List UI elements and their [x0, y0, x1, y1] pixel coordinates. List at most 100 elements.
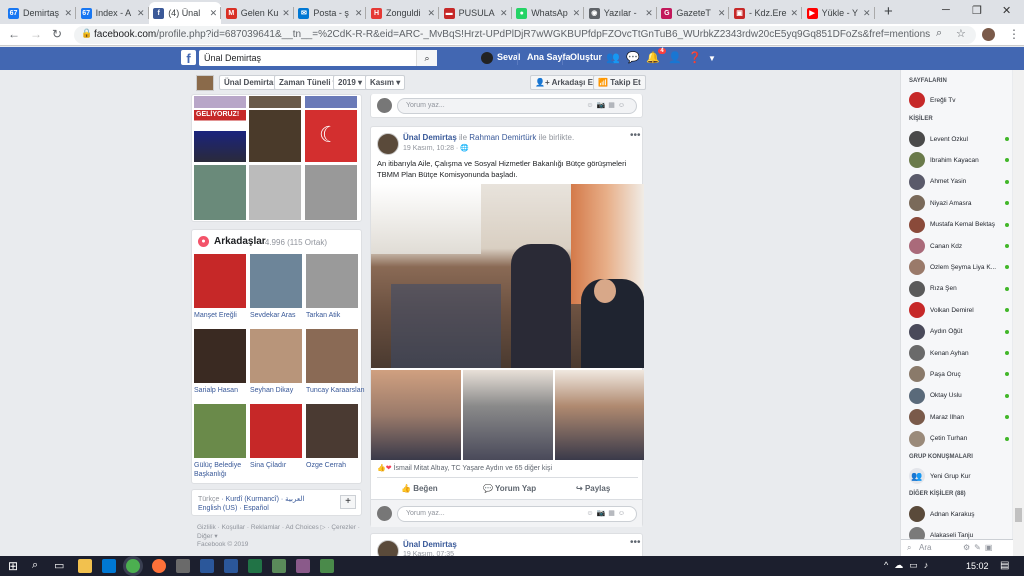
browser-tab[interactable]: ● WhatsAp ✕ — [512, 2, 585, 24]
address-bar[interactable]: 🔒 facebook.com/profile.php?id=687039641&… — [74, 26, 976, 44]
word-icon[interactable] — [200, 559, 214, 573]
comment-tools-icon[interactable]: ☺📷▦☺ — [586, 101, 628, 109]
browser-tab[interactable]: ▬ PUSULA ✕ — [440, 2, 512, 24]
browser-tab[interactable]: G GazeteT ✕ — [657, 2, 730, 24]
task-view-icon[interactable]: ▭ — [54, 559, 64, 572]
contact-item[interactable]: Mustafa Kemal Bektaş — [909, 216, 1009, 233]
author-avatar[interactable] — [377, 133, 399, 155]
add-language-button[interactable]: + — [340, 495, 356, 509]
scrollbar-thumb[interactable] — [1015, 508, 1022, 522]
comment-input[interactable]: Yorum yaz... ☺📷▦☺ — [397, 506, 637, 522]
create-link[interactable]: Oluştur — [570, 52, 602, 62]
tab-close-icon[interactable]: ✕ — [64, 8, 72, 19]
photo-thumb[interactable] — [249, 110, 301, 162]
post-options-icon[interactable]: ••• — [630, 130, 641, 141]
contact-item[interactable]: Ahmet Yasin — [909, 173, 1009, 190]
tab-close-icon[interactable]: ✕ — [573, 8, 581, 19]
post-main-photo[interactable] — [371, 184, 644, 368]
facebook-logo-icon[interactable]: f — [181, 50, 196, 66]
contact-item[interactable]: Ereğli Tv — [909, 92, 1009, 108]
tagged-link[interactable]: Rahman Demirtürk — [469, 133, 536, 142]
photo-thumb[interactable] — [305, 165, 357, 220]
friend-name[interactable]: Sina Çiladır — [250, 461, 310, 470]
page-scrollbar[interactable] — [1013, 70, 1024, 556]
friend-name[interactable]: Sarialp Hasan — [194, 386, 254, 395]
friend-photo[interactable] — [250, 254, 302, 308]
post-options-icon[interactable]: ••• — [630, 537, 641, 548]
contact-item[interactable]: Rıza Şen — [909, 280, 1009, 297]
tab-close-icon[interactable]: ✕ — [282, 8, 290, 19]
friend-name[interactable]: Gülüç Belediye Başkanlığı — [194, 461, 254, 479]
chat-search-input[interactable]: Ara — [919, 543, 931, 552]
footer-link[interactable]: Gizlilik — [197, 524, 216, 531]
file-explorer-icon[interactable] — [78, 559, 92, 573]
app-icon[interactable] — [272, 559, 286, 573]
tab-close-icon[interactable]: ✕ — [790, 8, 798, 19]
contact-item[interactable]: Canan Kdz — [909, 238, 1009, 254]
friend-name[interactable]: Manşet Ereğli — [194, 311, 254, 320]
comment-input[interactable]: Yorum yaz... ☺📷▦☺ — [397, 98, 637, 114]
contact-item[interactable]: Adnan Karakuş — [909, 506, 1009, 522]
browser-tab[interactable]: H Zonguldi ✕ — [367, 2, 439, 24]
tab-close-icon[interactable]: ✕ — [863, 8, 871, 19]
browser-tab[interactable]: ✉ Posta - ş ✕ — [294, 2, 367, 24]
contact-item[interactable]: Levent Özkul — [909, 131, 1009, 147]
messenger-icon[interactable]: 💬 — [626, 51, 640, 64]
edge-icon[interactable] — [102, 559, 116, 573]
profile-thumb[interactable] — [196, 75, 214, 91]
contact-item[interactable]: Paşa Oruç — [909, 366, 1009, 383]
contact-item[interactable]: Aydın Öğüt — [909, 323, 1009, 340]
photo-thumb[interactable]: GELİYORUZ! — [194, 110, 246, 162]
year-select[interactable]: 2019 ▾ — [333, 75, 368, 90]
browser-tab[interactable]: ▣ - Kdz.Ere ✕ — [730, 2, 802, 24]
friend-name[interactable]: Sevdekar Aras — [250, 311, 310, 320]
back-icon[interactable]: ← — [8, 27, 20, 41]
contact-item[interactable]: Kenan Ayhan — [909, 345, 1009, 361]
home-link[interactable]: Ana Sayfa — [527, 52, 571, 62]
app-icon[interactable] — [248, 559, 262, 573]
app-icon[interactable] — [176, 559, 190, 573]
timeline-tab[interactable]: Zaman Tüneli ▾ — [274, 75, 342, 90]
friend-name[interactable]: Tarkan Atik — [306, 311, 366, 320]
help-icon[interactable]: ❓ — [688, 51, 702, 64]
browser-tab[interactable]: 67 Demirtaş ✕ — [4, 2, 76, 24]
photo-thumb[interactable] — [249, 96, 301, 108]
contact-item[interactable]: Çetin Turhan — [909, 430, 1009, 447]
close-window-icon[interactable]: ✕ — [1002, 4, 1011, 17]
footer-link[interactable]: Koşullar — [222, 524, 245, 531]
reload-icon[interactable]: ↻ — [52, 27, 62, 41]
friend-photo[interactable] — [250, 404, 302, 458]
photo-thumb[interactable] — [194, 96, 246, 108]
facebook-search-input[interactable]: Ünal Demirtaş — [199, 50, 437, 66]
post-photo-3[interactable] — [463, 370, 553, 460]
new-tab-button[interactable]: + — [884, 3, 893, 20]
browser-tab[interactable]: f (4) Ünal ✕ — [149, 2, 222, 24]
contact-item[interactable]: Niyazi Amasra — [909, 195, 1009, 212]
browser-tab[interactable]: ▶ Yükle - Y ✕ — [803, 2, 875, 24]
contact-item[interactable]: Özlem Şeyma Liya K... — [909, 259, 1009, 276]
windows-start-icon[interactable]: ⊞ — [8, 559, 18, 573]
forward-icon[interactable]: → — [30, 27, 42, 41]
comment-tools-icon[interactable]: ☺📷▦☺ — [586, 509, 628, 517]
friend-photo[interactable] — [306, 404, 358, 458]
friend-photo[interactable] — [194, 329, 246, 383]
photo-thumb[interactable] — [305, 96, 357, 108]
browser-tab[interactable]: M Gelen Ku ✕ — [222, 2, 294, 24]
footer-link[interactable]: Çerezler — [331, 524, 356, 531]
language-link[interactable]: العربية — [285, 496, 304, 503]
month-select[interactable]: Kasım ▾ — [365, 75, 406, 90]
browser-tab[interactable]: 67 Index - A ✕ — [77, 2, 149, 24]
friend-photo[interactable] — [194, 254, 246, 308]
photo-thumb[interactable] — [194, 165, 246, 220]
app-icon[interactable] — [296, 559, 310, 573]
minimize-icon[interactable]: ─ — [942, 4, 950, 16]
like-button[interactable]: 👍 Beğen — [401, 484, 438, 493]
notifications-center-icon[interactable]: ▤ — [1000, 560, 1009, 571]
zoom-search-icon[interactable]: ⌕ — [936, 27, 942, 40]
chrome-menu-icon[interactable]: ⋮ — [1008, 27, 1020, 41]
bookmark-star-icon[interactable]: ☆ — [956, 27, 966, 40]
tab-close-icon[interactable]: ✕ — [500, 8, 508, 19]
author-link[interactable]: Ünal Demirtaş — [403, 540, 457, 549]
follow-button[interactable]: 📶 Takip Et — [593, 75, 646, 90]
profile-avatar[interactable] — [982, 28, 995, 41]
